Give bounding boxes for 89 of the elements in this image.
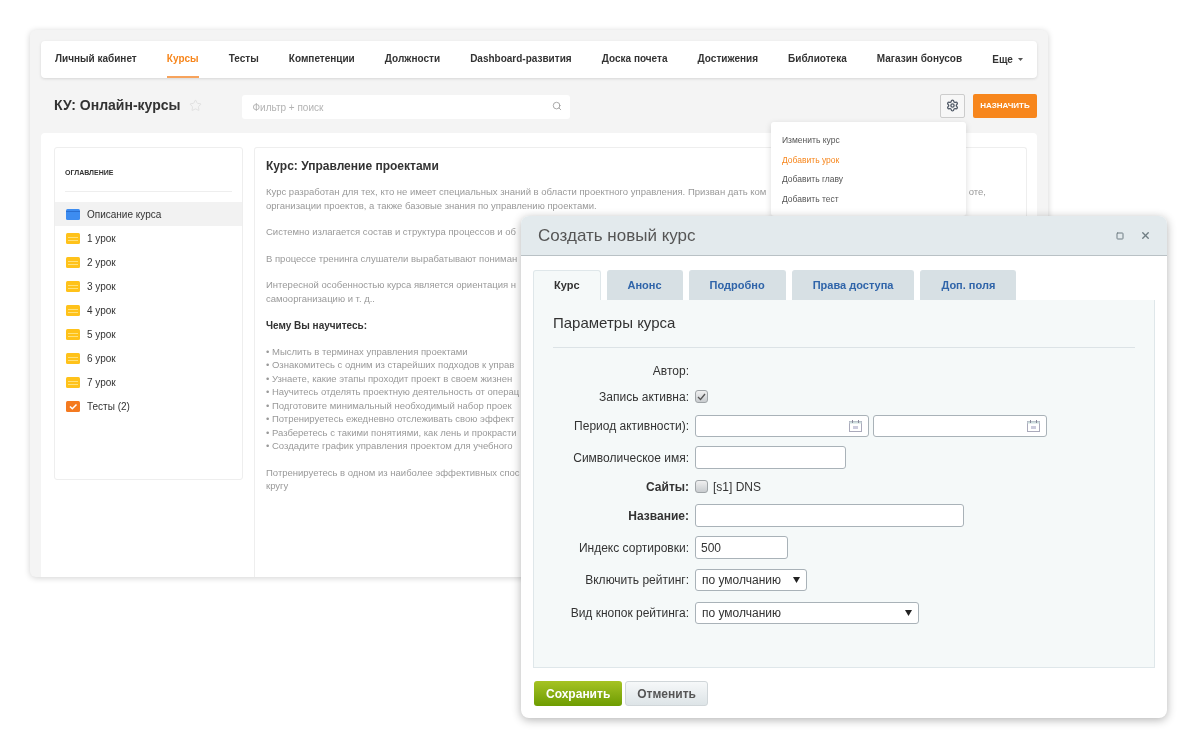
- menu-item[interactable]: Изменить курс: [771, 131, 966, 151]
- checkbox[interactable]: [695, 480, 708, 493]
- folder-icon: [66, 208, 80, 220]
- nav-tab[interactable]: Доска почета: [601, 41, 668, 78]
- toc-item[interactable]: 5 урок: [55, 322, 242, 346]
- bullet-item: • Узнаете, какие этапы проходит проект в своем жизнен: [266, 371, 513, 385]
- dialog-tab[interactable]: Подробно: [688, 270, 786, 300]
- course-title: Курс: Управление проектами: [266, 158, 439, 175]
- search-field[interactable]: Фильтр + поиск: [242, 95, 571, 119]
- toc-item[interactable]: 3 урок: [55, 274, 242, 298]
- settings-icon: [946, 99, 959, 112]
- toc-item[interactable]: Описание курса: [55, 202, 242, 226]
- dialog-tab[interactable]: Анонс: [606, 270, 683, 300]
- paragraph-line: кругу: [266, 479, 289, 493]
- calendar-icon[interactable]: [1027, 419, 1040, 432]
- close-icon[interactable]: [1140, 230, 1151, 241]
- field-label: Индекс сортировки:: [577, 539, 689, 557]
- paragraph-line: В процессе тренинга слушатели вырабатывают пониман: [266, 251, 518, 265]
- paragraph-line: Курс разработан для тех, кто не имеет специальных знаний в области проектного управления. Призван дать ком: [266, 185, 767, 199]
- cancel-button[interactable]: Отменить: [625, 681, 708, 706]
- bullet-item: • Мыслить в терминах управления проектами: [266, 344, 468, 358]
- date-field[interactable]: [695, 414, 869, 437]
- paragraph-line: Потренируетесь в одном из наиболее эффективных спос: [266, 465, 520, 479]
- field-label: Автор:: [651, 362, 689, 380]
- paragraph-line: Системно излагается состав и структура процессов и об: [266, 225, 517, 239]
- nav-tab[interactable]: Достижения: [697, 41, 758, 78]
- checkbox-label: [s1] DNS: [713, 478, 761, 496]
- notebook-icon: [66, 280, 80, 292]
- notebook-icon: [66, 232, 80, 244]
- field-label: Вид кнопок рейтинга:: [569, 605, 689, 622]
- nav-tab[interactable]: Должности: [384, 41, 441, 78]
- paragraph-line: Интересной особенностью курса является ориентация н: [266, 278, 516, 292]
- select-field[interactable]: по умолчанию: [695, 602, 919, 624]
- dropdown-arrow-icon: [905, 610, 912, 616]
- page-title: КУ: Онлайн-курсы: [54, 96, 181, 115]
- paragraph-line: оте,: [968, 185, 986, 199]
- text-field[interactable]: [695, 504, 964, 527]
- dialog-tab[interactable]: Доп. поля: [920, 270, 1017, 300]
- more-menu[interactable]: Еще: [992, 52, 1023, 67]
- text-field[interactable]: [695, 446, 846, 469]
- bullet-item: • Научитесь отделять проектную деятельность от операц: [266, 385, 520, 399]
- dialog-tab[interactable]: Курс: [533, 270, 601, 300]
- select-field[interactable]: по умолчанию: [695, 569, 807, 591]
- settings-button[interactable]: [940, 93, 965, 118]
- notebook-icon: [66, 256, 80, 268]
- caret-icon: [1017, 58, 1023, 61]
- section-title: Параметры курса: [553, 312, 1135, 348]
- field-label: Название:: [627, 507, 689, 525]
- dropdown-arrow-icon: [793, 577, 800, 583]
- field-label: Запись активна:: [598, 388, 689, 406]
- bullet-item: • Разберетесь с такими понятиями, как лень и прокрасти: [266, 425, 517, 439]
- paragraph-line: самоорганизацию и т. д..: [266, 291, 375, 305]
- nav-tab[interactable]: Тесты: [228, 41, 259, 78]
- dialog-title: Создать новый курс: [538, 224, 696, 247]
- nav-tab[interactable]: Компетенции: [288, 41, 355, 78]
- maximize-icon[interactable]: [1116, 231, 1124, 240]
- nav-tab[interactable]: Личный кабинет: [55, 41, 137, 78]
- field-label: Включить рейтинг:: [584, 572, 689, 589]
- nav-tab[interactable]: Библиотека: [788, 41, 847, 78]
- calendar-icon[interactable]: [849, 419, 862, 432]
- toc-item[interactable]: 2 урок: [55, 250, 242, 274]
- paragraph-line: организации проектов, а также базовые знания по управлению проектами.: [266, 198, 597, 212]
- nav-tab[interactable]: Dashboard-развития: [470, 41, 572, 78]
- bullet-item: • Потренируетесь ежедневно отслеживать свою эффект: [266, 412, 515, 426]
- toc-item[interactable]: 7 урок: [55, 370, 242, 394]
- notebook-icon: [66, 304, 80, 316]
- field-label: Период активности):: [573, 417, 689, 435]
- menu-item[interactable]: Добавить тест: [771, 189, 966, 209]
- bullet-item: • Ознакомитесь с одним из старейших подходов к управ: [266, 358, 515, 372]
- toc-item[interactable]: Тесты (2): [55, 394, 242, 418]
- bullet-item: • Создадите график управления проектом для учебного: [266, 439, 513, 453]
- field-label: Сайты:: [645, 478, 689, 496]
- toc-item[interactable]: 4 урок: [55, 298, 242, 322]
- notebook-icon: [66, 376, 80, 388]
- checkbox[interactable]: [695, 390, 708, 403]
- checkmark-icon: [66, 400, 80, 412]
- text-field[interactable]: 500: [695, 536, 788, 559]
- section-heading: Чему Вы научитесь:: [266, 319, 368, 332]
- nav-tab[interactable]: Магазин бонусов: [876, 41, 963, 78]
- bullet-item: • Подготовите минимальный необходимый набор проек: [266, 398, 512, 412]
- menu-item[interactable]: Добавить главу: [771, 170, 966, 190]
- date-field[interactable]: [873, 414, 1047, 437]
- search-icon: [552, 100, 563, 111]
- field-label: Символическое имя:: [572, 449, 689, 467]
- toc-item[interactable]: 6 урок: [55, 346, 242, 370]
- notebook-icon: [66, 328, 80, 340]
- notebook-icon: [66, 352, 80, 364]
- toc-item[interactable]: 1 урок: [55, 226, 242, 250]
- dialog-tab[interactable]: Права доступа: [791, 270, 915, 300]
